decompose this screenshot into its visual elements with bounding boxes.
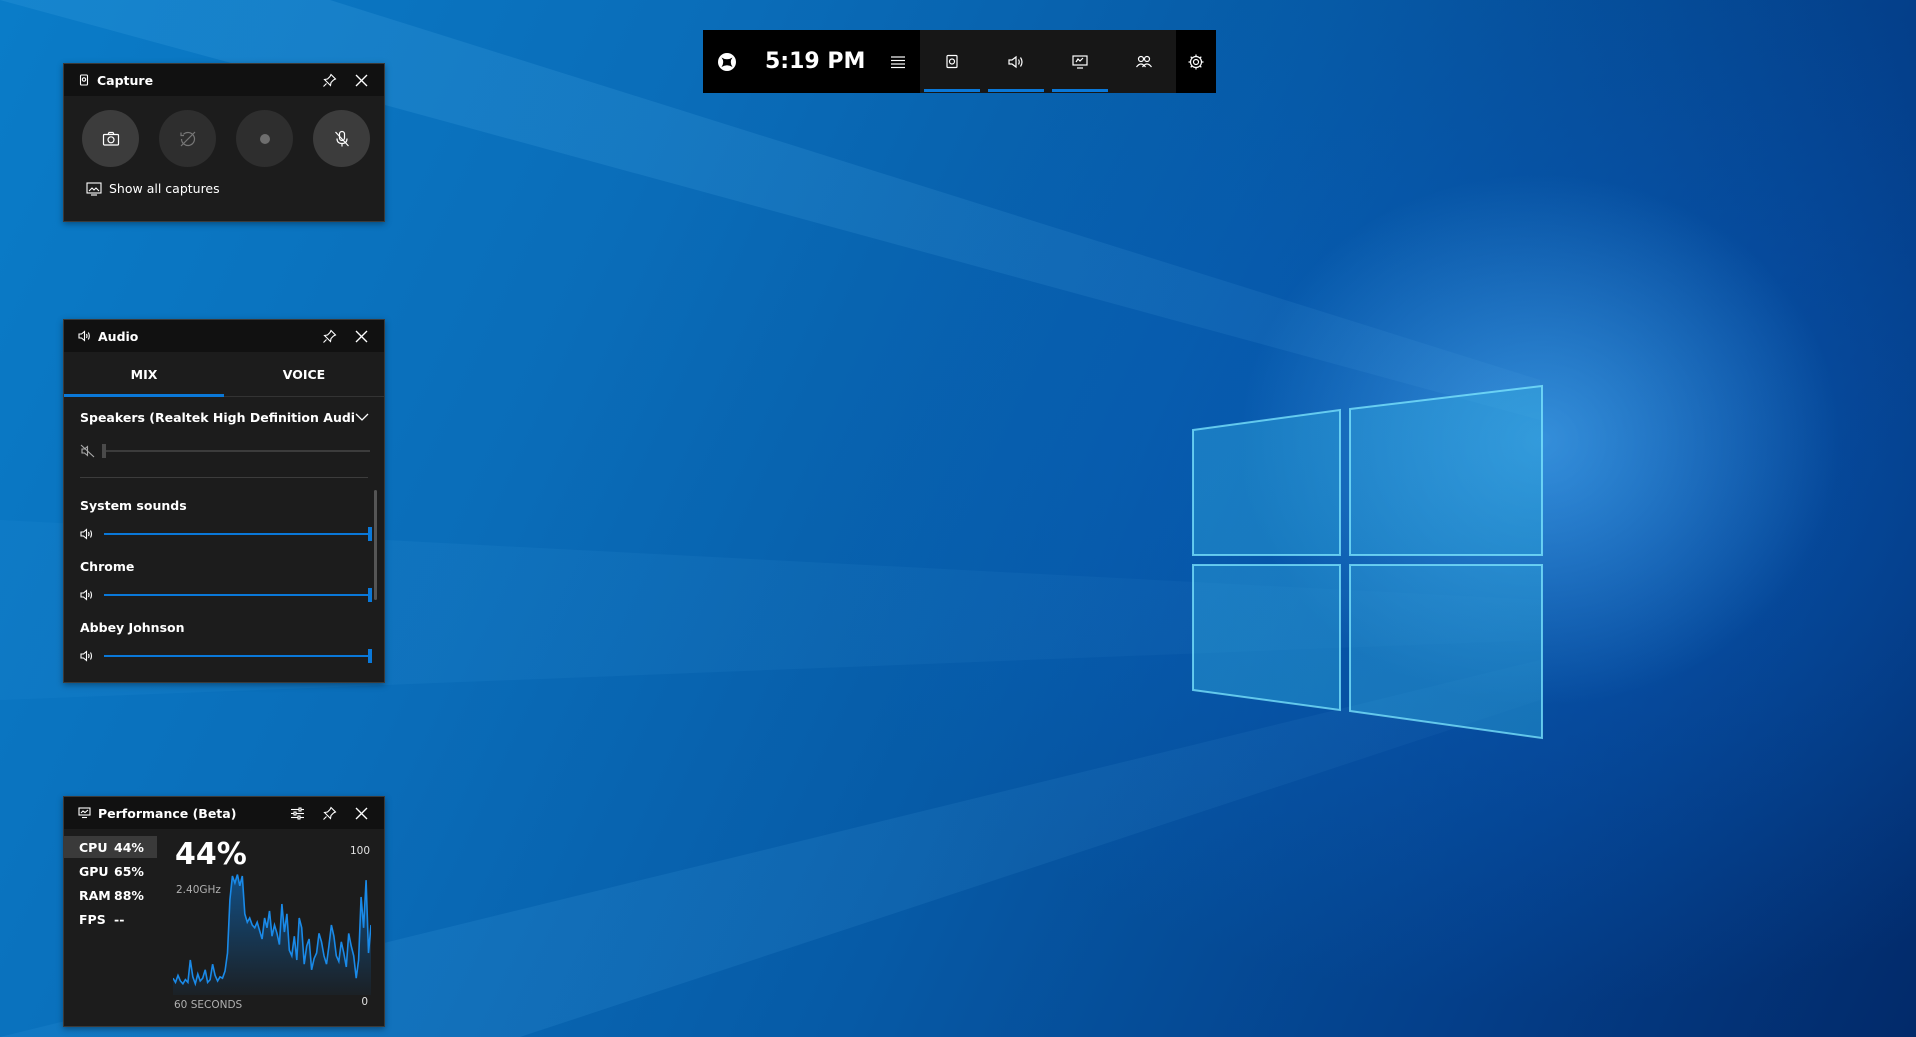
show-all-captures-link[interactable]: Show all captures: [86, 181, 384, 196]
chevron-down-icon: [355, 413, 369, 421]
pin-icon[interactable]: [316, 67, 342, 93]
record-dot-icon: [259, 133, 270, 144]
screenshot-button[interactable]: [82, 110, 139, 167]
capture-widget-icon[interactable]: [920, 30, 984, 93]
performance-header[interactable]: Performance (Beta): [64, 797, 384, 829]
clock-time: 5:19 PM: [765, 49, 866, 74]
performance-icon: [78, 807, 91, 819]
stat-name: RAM: [79, 887, 111, 903]
stat-name: CPU: [79, 839, 108, 855]
output-device-label: Speakers (Realtek High Definition Audio(…: [80, 409, 354, 425]
gallery-icon: [86, 181, 102, 196]
stat-name: FPS: [79, 911, 106, 927]
system-sounds-volume-slider[interactable]: [104, 527, 372, 541]
app-name-chrome: Chrome: [80, 559, 135, 574]
stat-value: 88%: [114, 887, 144, 903]
graph-min-label: 0: [361, 996, 368, 1008]
capture-header[interactable]: Capture: [64, 64, 384, 96]
microphone-off-icon: [334, 130, 349, 146]
speaker-muted-icon[interactable]: [80, 444, 96, 458]
audio-widget: Audio MIX VOICE Speakers (Realtek High D…: [63, 319, 385, 683]
social-widget-icon[interactable]: [1112, 30, 1176, 93]
capture-title: Capture: [97, 72, 154, 88]
chrome-volume-slider[interactable]: [104, 588, 372, 602]
audio-header[interactable]: Audio: [64, 320, 384, 352]
pin-icon[interactable]: [316, 800, 342, 826]
record-last-30s-icon: [179, 131, 195, 146]
capture-icon: [79, 74, 89, 86]
stat-fps[interactable]: FPS --: [64, 908, 157, 930]
performance-title: Performance (Beta): [98, 805, 237, 821]
master-volume-row: [64, 437, 384, 465]
audio-title: Audio: [98, 328, 139, 344]
stat-value: --: [114, 911, 125, 927]
stat-value: 65%: [114, 863, 144, 879]
start-recording-button[interactable]: [236, 110, 293, 167]
audio-tabs: MIX VOICE: [64, 352, 384, 397]
close-icon[interactable]: [348, 800, 374, 826]
graph-time-label: 60 SECONDS: [174, 999, 243, 1011]
cpu-usage-graph: [173, 874, 371, 995]
xbox-logo-icon[interactable]: [703, 52, 751, 72]
tab-voice[interactable]: VOICE: [224, 352, 384, 396]
audio-scrollbar[interactable]: [374, 490, 377, 600]
mic-toggle-button[interactable]: [313, 110, 370, 167]
abbey-johnson-volume-slider[interactable]: [104, 649, 372, 663]
app-volume-row: [64, 520, 384, 548]
master-volume-slider[interactable]: [102, 444, 370, 458]
pin-icon[interactable]: [316, 323, 342, 349]
performance-widget: Performance (Beta) CPU 44% GPU 65% RAM 8…: [63, 796, 385, 1027]
output-device-select[interactable]: Speakers (Realtek High Definition Audio(…: [64, 397, 384, 437]
windows-logo: [1192, 384, 1543, 740]
speaker-icon[interactable]: [80, 527, 96, 541]
settings-gear-icon[interactable]: [1176, 30, 1216, 93]
show-all-captures-label: Show all captures: [109, 181, 220, 196]
app-name-abbey-johnson: Abbey Johnson: [80, 620, 185, 635]
speaker-icon: [78, 330, 90, 342]
app-volume-row: [64, 642, 384, 670]
stat-ram[interactable]: RAM 88%: [64, 884, 157, 906]
widget-menu-icon[interactable]: [876, 55, 920, 69]
options-sliders-icon[interactable]: [284, 800, 310, 826]
performance-widget-icon[interactable]: [1048, 30, 1112, 93]
record-last-30s-button[interactable]: [159, 110, 216, 167]
performance-body: CPU 44% GPU 65% RAM 88% FPS -- 44% 2.40G…: [64, 829, 384, 1026]
stat-gpu[interactable]: GPU 65%: [64, 860, 157, 882]
audio-widget-icon[interactable]: [984, 30, 1048, 93]
divider: [80, 477, 368, 478]
stat-cpu[interactable]: CPU 44%: [64, 836, 157, 858]
game-bar: 5:19 PM: [703, 30, 1216, 93]
app-volume-row: [64, 581, 384, 609]
capture-widget: Capture Show all captures: [63, 63, 385, 222]
stat-value: 44%: [114, 839, 144, 855]
speaker-icon[interactable]: [80, 649, 96, 663]
app-name-system-sounds: System sounds: [80, 498, 187, 513]
tab-mix[interactable]: MIX: [64, 352, 224, 397]
close-icon[interactable]: [348, 323, 374, 349]
widget-toggles: [920, 30, 1177, 93]
close-icon[interactable]: [348, 67, 374, 93]
game-bar-home: 5:19 PM: [703, 30, 920, 93]
stat-name: GPU: [79, 863, 109, 879]
speaker-icon[interactable]: [80, 588, 96, 602]
camera-screenshot-icon: [102, 131, 119, 146]
